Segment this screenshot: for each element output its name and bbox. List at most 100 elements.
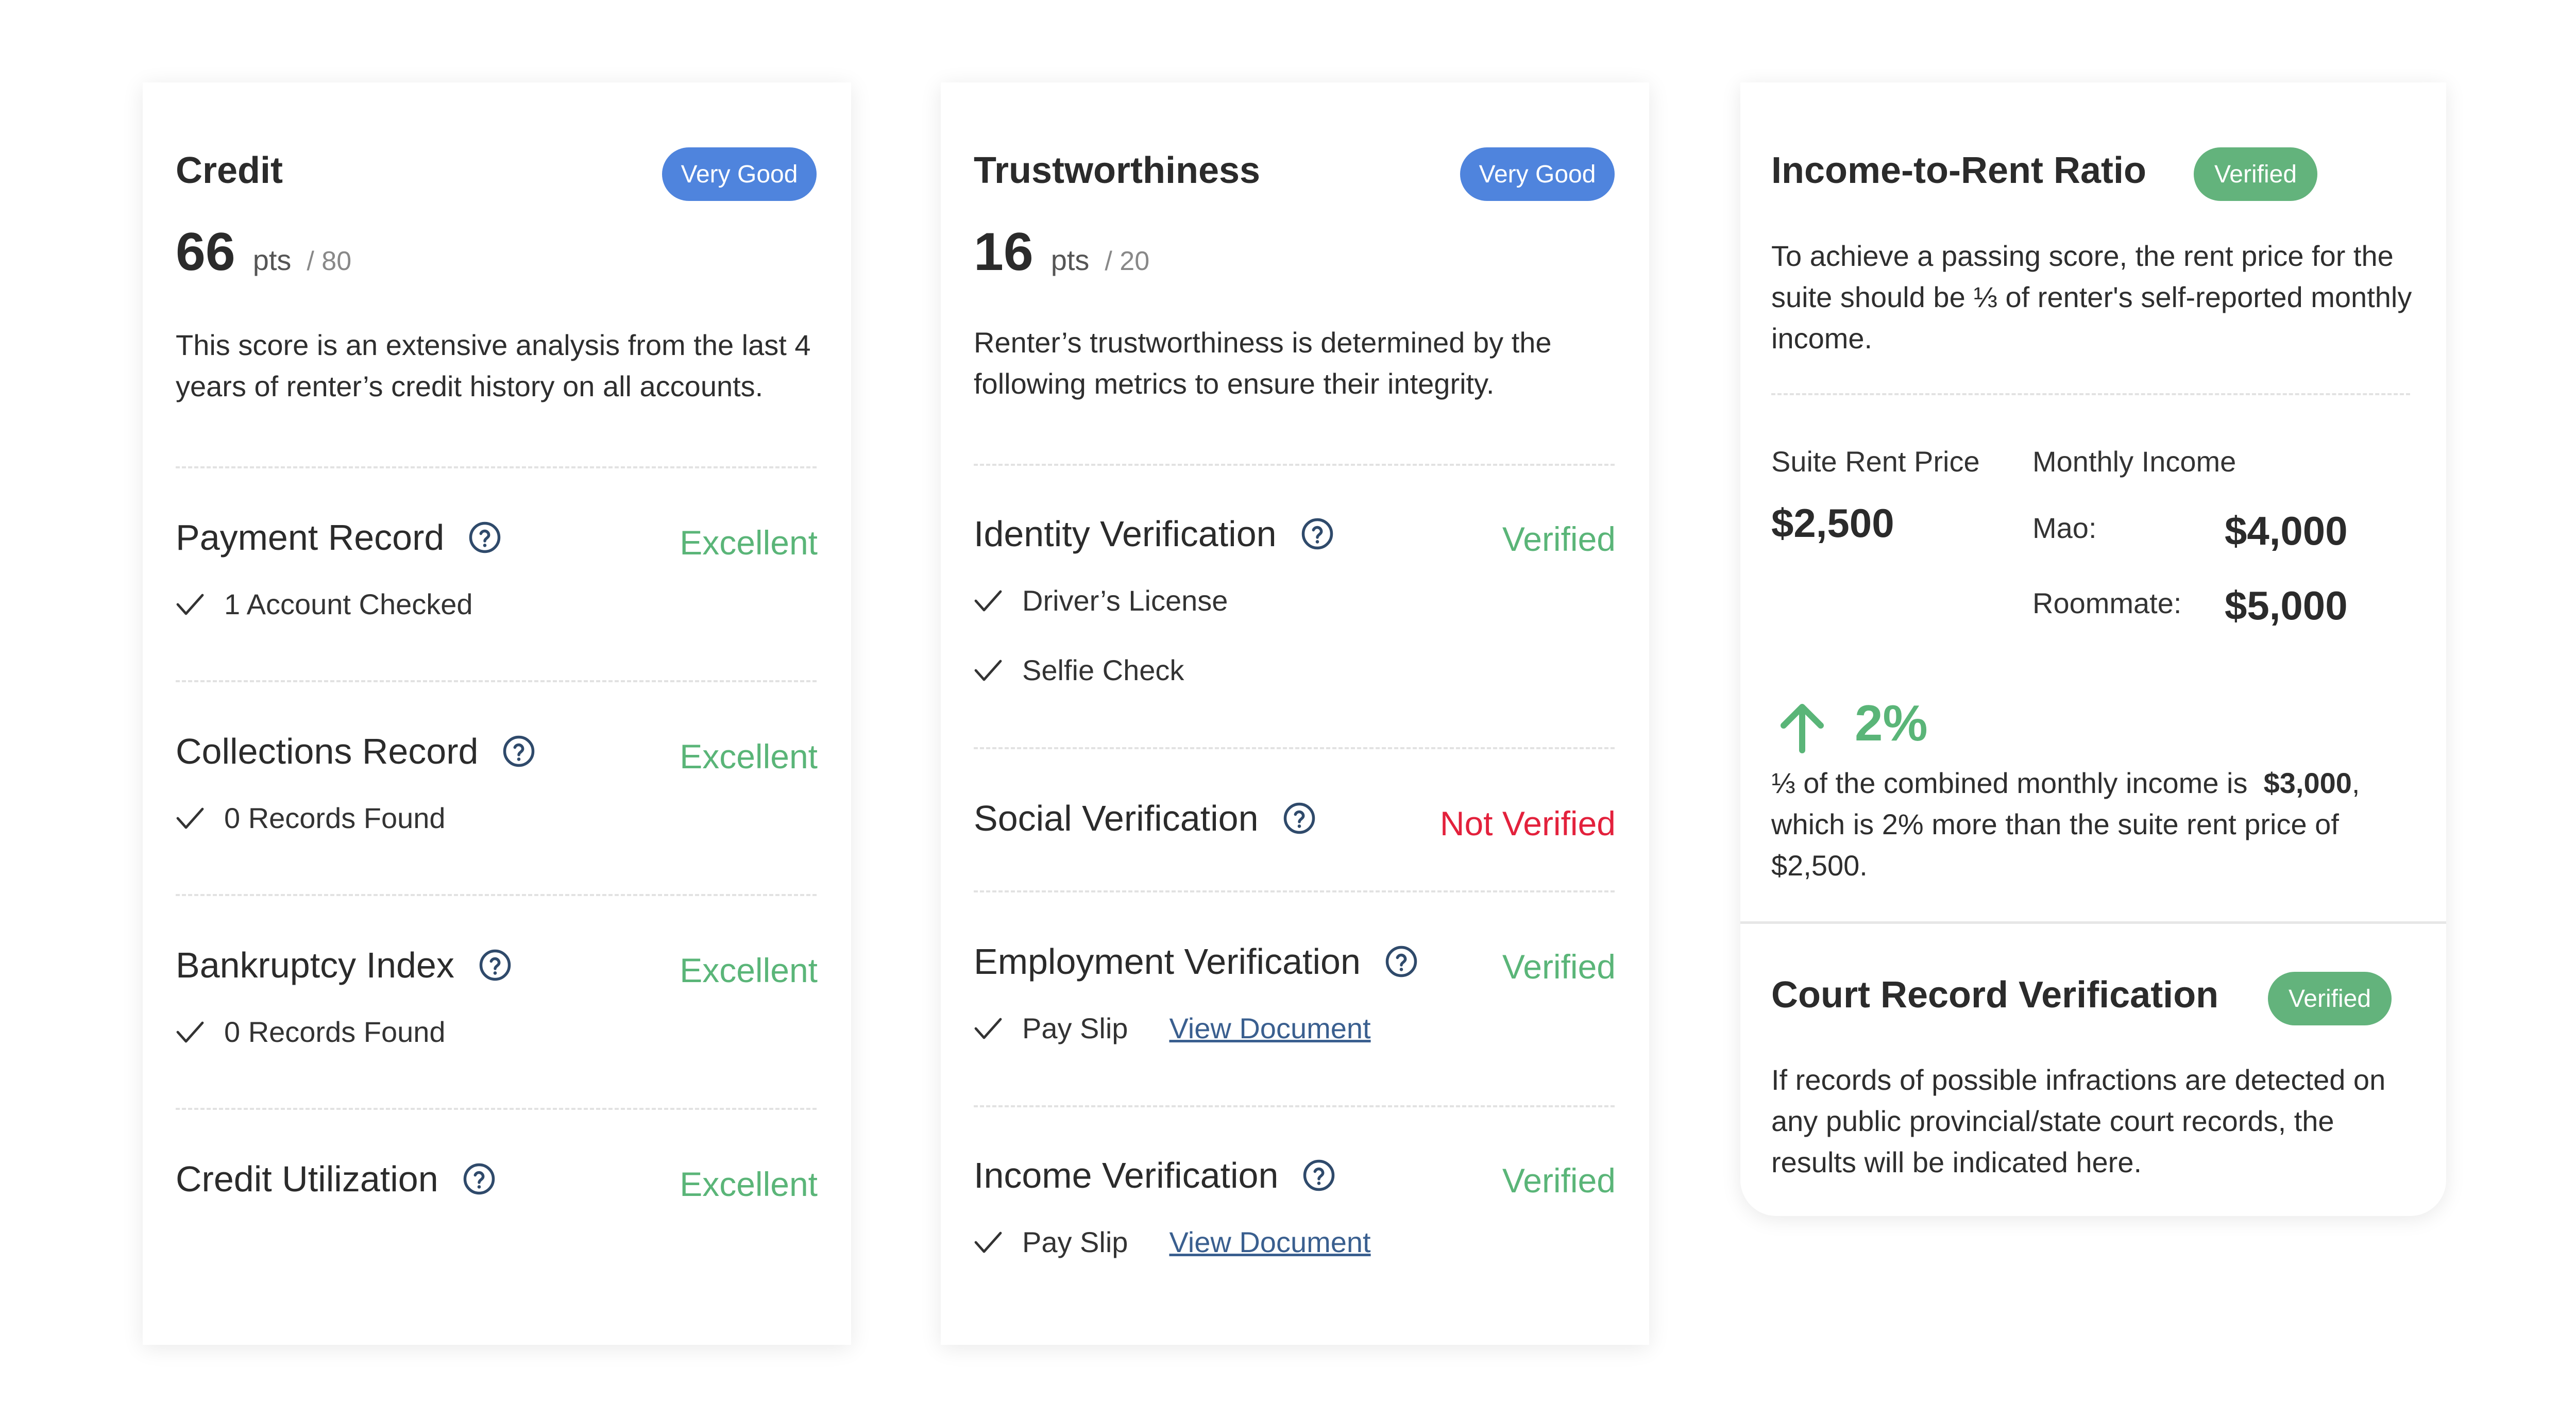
checkmark-icon — [176, 594, 204, 615]
help-icon[interactable] — [1384, 944, 1418, 979]
payment-record-status: Excellent — [680, 524, 818, 562]
social-verification-label: Social Verification — [974, 798, 1259, 838]
collections-record-detail: 0 Records Found — [176, 801, 446, 835]
income-verification-status: Verified — [1502, 1161, 1616, 1200]
income-detail-text: Pay Slip — [1022, 1226, 1128, 1258]
identity-detail-selfie-check: Selfie Check — [974, 653, 1184, 687]
payment-record-row: Payment Record — [176, 517, 502, 558]
credit-score-value: 66 — [176, 222, 235, 282]
identity-detail-drivers-license: Driver’s License — [974, 584, 1228, 617]
employment-verification-label: Employment Verification — [974, 941, 1361, 982]
help-icon[interactable] — [478, 948, 512, 982]
checkmark-icon — [974, 1232, 1002, 1253]
trust-score-unit: pts — [1050, 244, 1090, 276]
score-dashboard: Credit Very Good 66 pts / 80 This score … — [0, 0, 2576, 1417]
income-verification-label: Income Verification — [974, 1155, 1279, 1195]
income-summary-prefix: ⅓ of the combined monthly income is — [1771, 767, 2248, 799]
divider — [974, 1105, 1615, 1107]
earner-name-mao: Mao: — [2032, 512, 2097, 544]
monthly-income-label: Monthly Income — [2032, 445, 2236, 478]
collections-record-label: Collections Record — [176, 731, 479, 771]
collections-record-status: Excellent — [680, 737, 818, 775]
divider — [176, 680, 817, 682]
arrow-up-icon — [1781, 704, 1824, 753]
trust-score-value: 16 — [974, 222, 1033, 282]
help-icon[interactable] — [1282, 801, 1316, 835]
income-court-card: Income-to-Rent Ratio Verified To achieve… — [1740, 82, 2446, 1216]
income-detail-pay-slip: Pay Slip View Document — [974, 1225, 1371, 1259]
employment-verification-status: Verified — [1502, 948, 1616, 986]
employment-verification-row: Employment Verification — [974, 941, 1418, 982]
divider — [1771, 393, 2410, 395]
identity-detail-text: Driver’s License — [1022, 584, 1228, 617]
checkmark-icon — [176, 807, 204, 829]
help-icon[interactable] — [462, 1162, 496, 1196]
divider — [974, 890, 1615, 892]
help-icon[interactable] — [1302, 1158, 1336, 1192]
trust-title: Trustworthiness — [974, 150, 1261, 191]
collections-record-row: Collections Record — [176, 731, 536, 772]
income-view-document-link[interactable]: View Document — [1169, 1225, 1370, 1259]
credit-utilization-label: Credit Utilization — [176, 1159, 438, 1199]
divider — [176, 466, 817, 468]
court-title: Court Record Verification — [1771, 974, 2219, 1016]
employment-view-document-link[interactable]: View Document — [1169, 1011, 1370, 1045]
earner-income-mao: $4,000 — [2225, 508, 2348, 553]
trust-description: Renter’s trustworthiness is determined b… — [974, 326, 1552, 400]
payment-record-detail: 1 Account Checked — [176, 587, 473, 621]
trust-rating-badge: Very Good — [1460, 147, 1615, 201]
trust-score-max: / 20 — [1105, 246, 1150, 276]
help-icon[interactable] — [468, 520, 502, 554]
divider — [974, 464, 1615, 466]
bankruptcy-index-row: Bankruptcy Index — [176, 944, 512, 986]
credit-title: Credit — [176, 150, 283, 191]
income-summary-amount: $3,000 — [2263, 767, 2352, 799]
checkmark-icon — [176, 1021, 204, 1042]
credit-card: Credit Very Good 66 pts / 80 This score … — [143, 82, 851, 1345]
credit-utilization-row: Credit Utilization — [176, 1158, 496, 1200]
checkmark-icon — [974, 1018, 1002, 1039]
income-verified-badge: Verified — [2194, 147, 2317, 201]
help-icon[interactable] — [1300, 517, 1334, 551]
earner-income-roommate: $5,000 — [2225, 583, 2348, 628]
rent-price-value: $2,500 — [1771, 500, 1894, 546]
rent-price-label: Suite Rent Price — [1771, 445, 1980, 478]
credit-description: This score is an extensive analysis from… — [176, 329, 811, 402]
identity-verification-label: Identity Verification — [974, 514, 1277, 554]
section-divider — [1740, 921, 2446, 924]
credit-rating-badge: Very Good — [662, 147, 817, 201]
divider — [176, 894, 817, 896]
income-summary: ⅓ of the combined monthly income is $3,0… — [1771, 763, 2426, 886]
checkmark-icon — [974, 660, 1002, 681]
identity-verification-row: Identity Verification — [974, 513, 1334, 554]
bankruptcy-index-detail-text: 0 Records Found — [224, 1016, 446, 1048]
court-description: If records of possible infractions are d… — [1771, 1064, 2386, 1178]
payment-record-detail-text: 1 Account Checked — [224, 588, 473, 620]
income-title: Income-to-Rent Ratio — [1771, 150, 2146, 191]
checkmark-icon — [974, 590, 1002, 611]
earner-name-roommate: Roommate: — [2032, 587, 2182, 619]
court-verified-badge: Verified — [2268, 972, 2392, 1025]
credit-score-max: / 80 — [307, 246, 352, 276]
bankruptcy-index-label: Bankruptcy Index — [176, 945, 454, 985]
identity-verification-status: Verified — [1502, 520, 1616, 558]
help-icon[interactable] — [502, 734, 536, 768]
bankruptcy-index-status: Excellent — [680, 951, 818, 989]
income-ratio-change: 2% — [1855, 695, 1928, 751]
income-verification-row: Income Verification — [974, 1155, 1336, 1196]
trustworthiness-card: Trustworthiness Very Good 16 pts / 20 Re… — [941, 82, 1649, 1345]
identity-detail-text: Selfie Check — [1022, 654, 1184, 686]
credit-utilization-status: Excellent — [680, 1165, 818, 1203]
trust-score: 16 pts / 20 — [974, 222, 1149, 283]
income-description: To achieve a passing score, the rent pri… — [1771, 240, 2412, 355]
employment-detail-text: Pay Slip — [1022, 1012, 1128, 1044]
social-verification-status: Not Verified — [1439, 804, 1616, 842]
social-verification-row: Social Verification — [974, 798, 1316, 839]
bankruptcy-index-detail: 0 Records Found — [176, 1015, 446, 1049]
collections-record-detail-text: 0 Records Found — [224, 802, 446, 834]
payment-record-label: Payment Record — [176, 517, 445, 558]
employment-detail-pay-slip: Pay Slip View Document — [974, 1011, 1371, 1045]
credit-score-unit: pts — [252, 244, 292, 276]
divider — [176, 1108, 817, 1110]
divider — [974, 747, 1615, 749]
